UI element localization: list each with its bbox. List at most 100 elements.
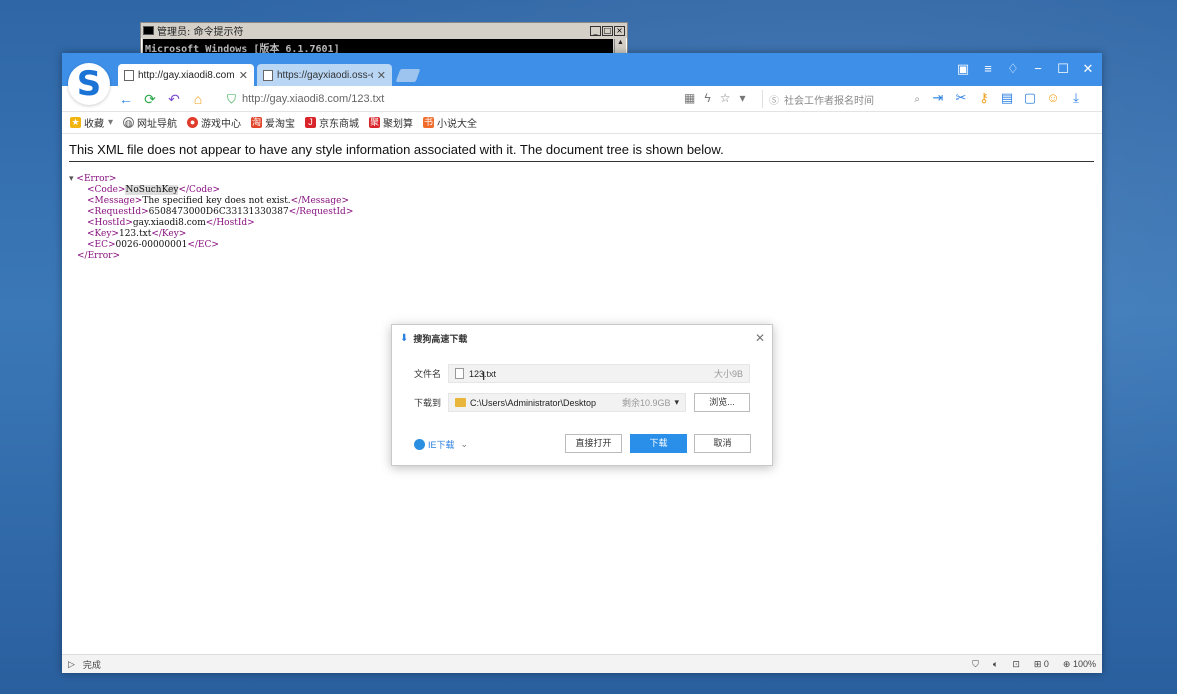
bookmark-novel[interactable]: 书 小说大全 bbox=[423, 115, 477, 130]
cmd-maximize-button[interactable]: □ bbox=[602, 25, 613, 36]
file-icon bbox=[455, 368, 464, 379]
xml-hostid-row: <HostId>gay.xiaodi8.com</HostId> bbox=[87, 218, 255, 228]
tab-label: http://gay.xiaodi8.com bbox=[138, 69, 235, 81]
chevron-down-icon[interactable]: ⌄ bbox=[461, 439, 469, 450]
bookmark-nav[interactable]: ◍ 网址导航 bbox=[123, 115, 177, 130]
scissors-icon[interactable]: ✂ bbox=[953, 90, 969, 106]
sogou-logo[interactable]: S bbox=[68, 63, 110, 105]
window-icon[interactable]: ▢ bbox=[1022, 90, 1038, 106]
shirt-icon[interactable]: ♢ bbox=[1005, 61, 1021, 77]
save-path-input[interactable]: C:\Users\Administrator\Desktop bbox=[470, 398, 622, 408]
text-cursor-icon: I bbox=[482, 369, 486, 383]
open-directly-button[interactable]: 直接打开 bbox=[565, 434, 622, 453]
xml-root-open[interactable]: ▾ <Error> bbox=[69, 174, 353, 185]
cmd-titlebar[interactable]: 管理员: 命令提示符 _ □ × bbox=[141, 23, 627, 38]
cmd-minimize-button[interactable]: _ bbox=[590, 25, 601, 36]
refresh-icon[interactable]: ⟳ bbox=[142, 91, 158, 107]
dialog-footer: IE下载 ⌄ 直接打开 下载 取消 bbox=[414, 434, 752, 454]
page-icon bbox=[263, 69, 273, 81]
tab-label: https://gayxiaodi.oss-c bbox=[277, 69, 373, 81]
saveto-label: 下载到 bbox=[414, 398, 442, 408]
xml-root-close: </Error> bbox=[77, 251, 121, 261]
filename-label: 文件名 bbox=[414, 369, 442, 379]
sogou-search-icon: Ⓢ bbox=[769, 95, 779, 107]
lightning-icon[interactable]: ϟ bbox=[704, 91, 710, 105]
xml-code-value: NoSuchKey bbox=[125, 185, 179, 195]
bookmark-favorites[interactable]: ★ 收藏 ▾ bbox=[70, 115, 113, 130]
sidebar-toggle-icon[interactable]: ▷ bbox=[68, 659, 75, 670]
dialog-header: ⬇ 搜狗高速下载 ✕ bbox=[400, 331, 765, 345]
bookmark-jd[interactable]: J 京东商城 bbox=[305, 115, 359, 130]
bookmark-taobao[interactable]: 淘 爱淘宝 bbox=[251, 115, 295, 130]
xml-key-row: <Key>123.txt</Key> bbox=[87, 229, 187, 239]
search-icon[interactable]: ⌕ bbox=[914, 94, 920, 105]
minimize-button[interactable]: − bbox=[1030, 61, 1046, 77]
xml-requestid-row: <RequestId>6508473000D6C33131330387</Req… bbox=[87, 207, 354, 217]
close-tab-icon[interactable]: ✕ bbox=[239, 69, 248, 82]
maximize-button[interactable]: ☐ bbox=[1055, 61, 1071, 77]
game-icon: ● bbox=[187, 117, 199, 128]
filename-input[interactable]: 123.txt bbox=[469, 369, 714, 379]
address-input[interactable]: http://gay.xiaodi8.com/123.txt bbox=[242, 93, 384, 105]
xml-hostid-value: gay.xiaodi8.com bbox=[132, 218, 206, 228]
browse-button[interactable]: 浏览... bbox=[694, 393, 750, 412]
skin-icon[interactable]: ▣ bbox=[955, 61, 971, 77]
tab-inactive[interactable]: https://gayxiaodi.oss-c ✕ bbox=[257, 64, 392, 86]
calculator-icon[interactable]: ▤ bbox=[999, 90, 1015, 106]
search-input[interactable]: 社会工作者报名时间 bbox=[784, 92, 914, 107]
login-icon[interactable]: ⇥ bbox=[930, 90, 946, 106]
chevron-down-icon[interactable]: ▾ bbox=[674, 397, 679, 408]
ie-download-link[interactable]: IE下载 ⌄ bbox=[414, 438, 468, 451]
zoom-control[interactable]: ⊕ 100% bbox=[1063, 659, 1096, 670]
navigation-bar: ← ⟳ ↶ ⌂ ⛉ http://gay.xiaodi8.com/123.txt… bbox=[62, 86, 1102, 112]
close-tab-icon[interactable]: ✕ bbox=[377, 69, 386, 82]
xml-code-row: <Code>NoSuchKey</Code> bbox=[87, 185, 220, 195]
download-icon[interactable]: ⤓ bbox=[1068, 90, 1084, 106]
home-icon[interactable]: ⌂ bbox=[190, 91, 206, 107]
xml-ec-value: 0026-00000001 bbox=[115, 240, 188, 250]
search-box[interactable]: Ⓢ 社会工作者报名时间 ⌕ bbox=[762, 90, 920, 108]
bookmark-game[interactable]: ● 游戏中心 bbox=[187, 115, 241, 130]
juhuasuan-icon: 聚 bbox=[369, 117, 381, 128]
cancel-button[interactable]: 取消 bbox=[694, 434, 751, 453]
browser-titlebar[interactable]: S http://gay.xiaodi8.com ✕ https://gayxi… bbox=[62, 53, 1102, 105]
new-tab-button[interactable] bbox=[395, 69, 421, 82]
chevron-down-icon[interactable]: ▾ bbox=[739, 91, 745, 105]
cmd-icon bbox=[143, 26, 154, 35]
smiley-icon[interactable]: ☺ bbox=[1045, 90, 1061, 106]
menu-icon[interactable]: ≡ bbox=[980, 61, 996, 77]
shield-icon: ⛉ bbox=[227, 91, 237, 106]
qr-code-icon[interactable]: ▦ bbox=[684, 91, 695, 105]
xml-notice: This XML file does not appear to have an… bbox=[69, 142, 1094, 162]
dialog-close-icon[interactable]: ✕ bbox=[755, 331, 765, 345]
saveto-row: 下载到 C:\Users\Administrator\Desktop 剩余10.… bbox=[414, 393, 750, 412]
security-icon[interactable]: ⛉ bbox=[972, 659, 979, 670]
ie-icon bbox=[414, 439, 425, 450]
bookmark-juhuasuan[interactable]: 聚 聚划算 bbox=[369, 115, 413, 130]
page-icon bbox=[124, 69, 134, 81]
tab-active[interactable]: http://gay.xiaodi8.com ✕ bbox=[118, 64, 254, 86]
xml-ec-row: <EC>0026-00000001</EC> bbox=[87, 240, 219, 250]
download-button[interactable]: 下载 bbox=[630, 434, 687, 453]
remaining-space: 剩余10.9GB bbox=[621, 398, 671, 408]
cmd-close-button[interactable]: × bbox=[614, 25, 625, 36]
download-dialog: ⬇ 搜狗高速下载 ✕ 文件名 123.txt 大小9B 下载到 C:\Users… bbox=[391, 324, 773, 466]
xml-tree: ▾ <Error> <Code>NoSuchKey</Code> <Messag… bbox=[69, 174, 353, 262]
jd-icon: J bbox=[305, 117, 317, 128]
filename-field[interactable]: 123.txt 大小9B bbox=[448, 364, 750, 383]
key-icon[interactable]: ⚷ bbox=[976, 90, 992, 106]
volume-icon[interactable]: 🔈︎ bbox=[993, 659, 998, 670]
save-path-field[interactable]: C:\Users\Administrator\Desktop 剩余10.9GB … bbox=[448, 393, 686, 412]
download-counter[interactable]: ⊞ 0 bbox=[1034, 659, 1049, 670]
star-icon[interactable]: ☆ bbox=[720, 91, 731, 105]
bookmarks-bar: ★ 收藏 ▾ ◍ 网址导航 ● 游戏中心 淘 爱淘宝 J 京东商城 聚 聚划算 … bbox=[62, 112, 1102, 134]
close-button[interactable]: ✕ bbox=[1080, 61, 1096, 77]
cmd-title: 管理员: 命令提示符 bbox=[157, 27, 244, 38]
folder-icon bbox=[455, 398, 466, 407]
back-icon[interactable]: ← bbox=[118, 91, 134, 107]
filename-row: 文件名 123.txt 大小9B bbox=[414, 364, 750, 383]
lock-icon[interactable]: ⊡ bbox=[1012, 659, 1020, 670]
address-bar[interactable]: ⛉ http://gay.xiaodi8.com/123.txt bbox=[227, 90, 677, 108]
xml-message-row: <Message>The specified key does not exis… bbox=[87, 196, 350, 206]
undo-icon[interactable]: ↶ bbox=[166, 91, 182, 107]
